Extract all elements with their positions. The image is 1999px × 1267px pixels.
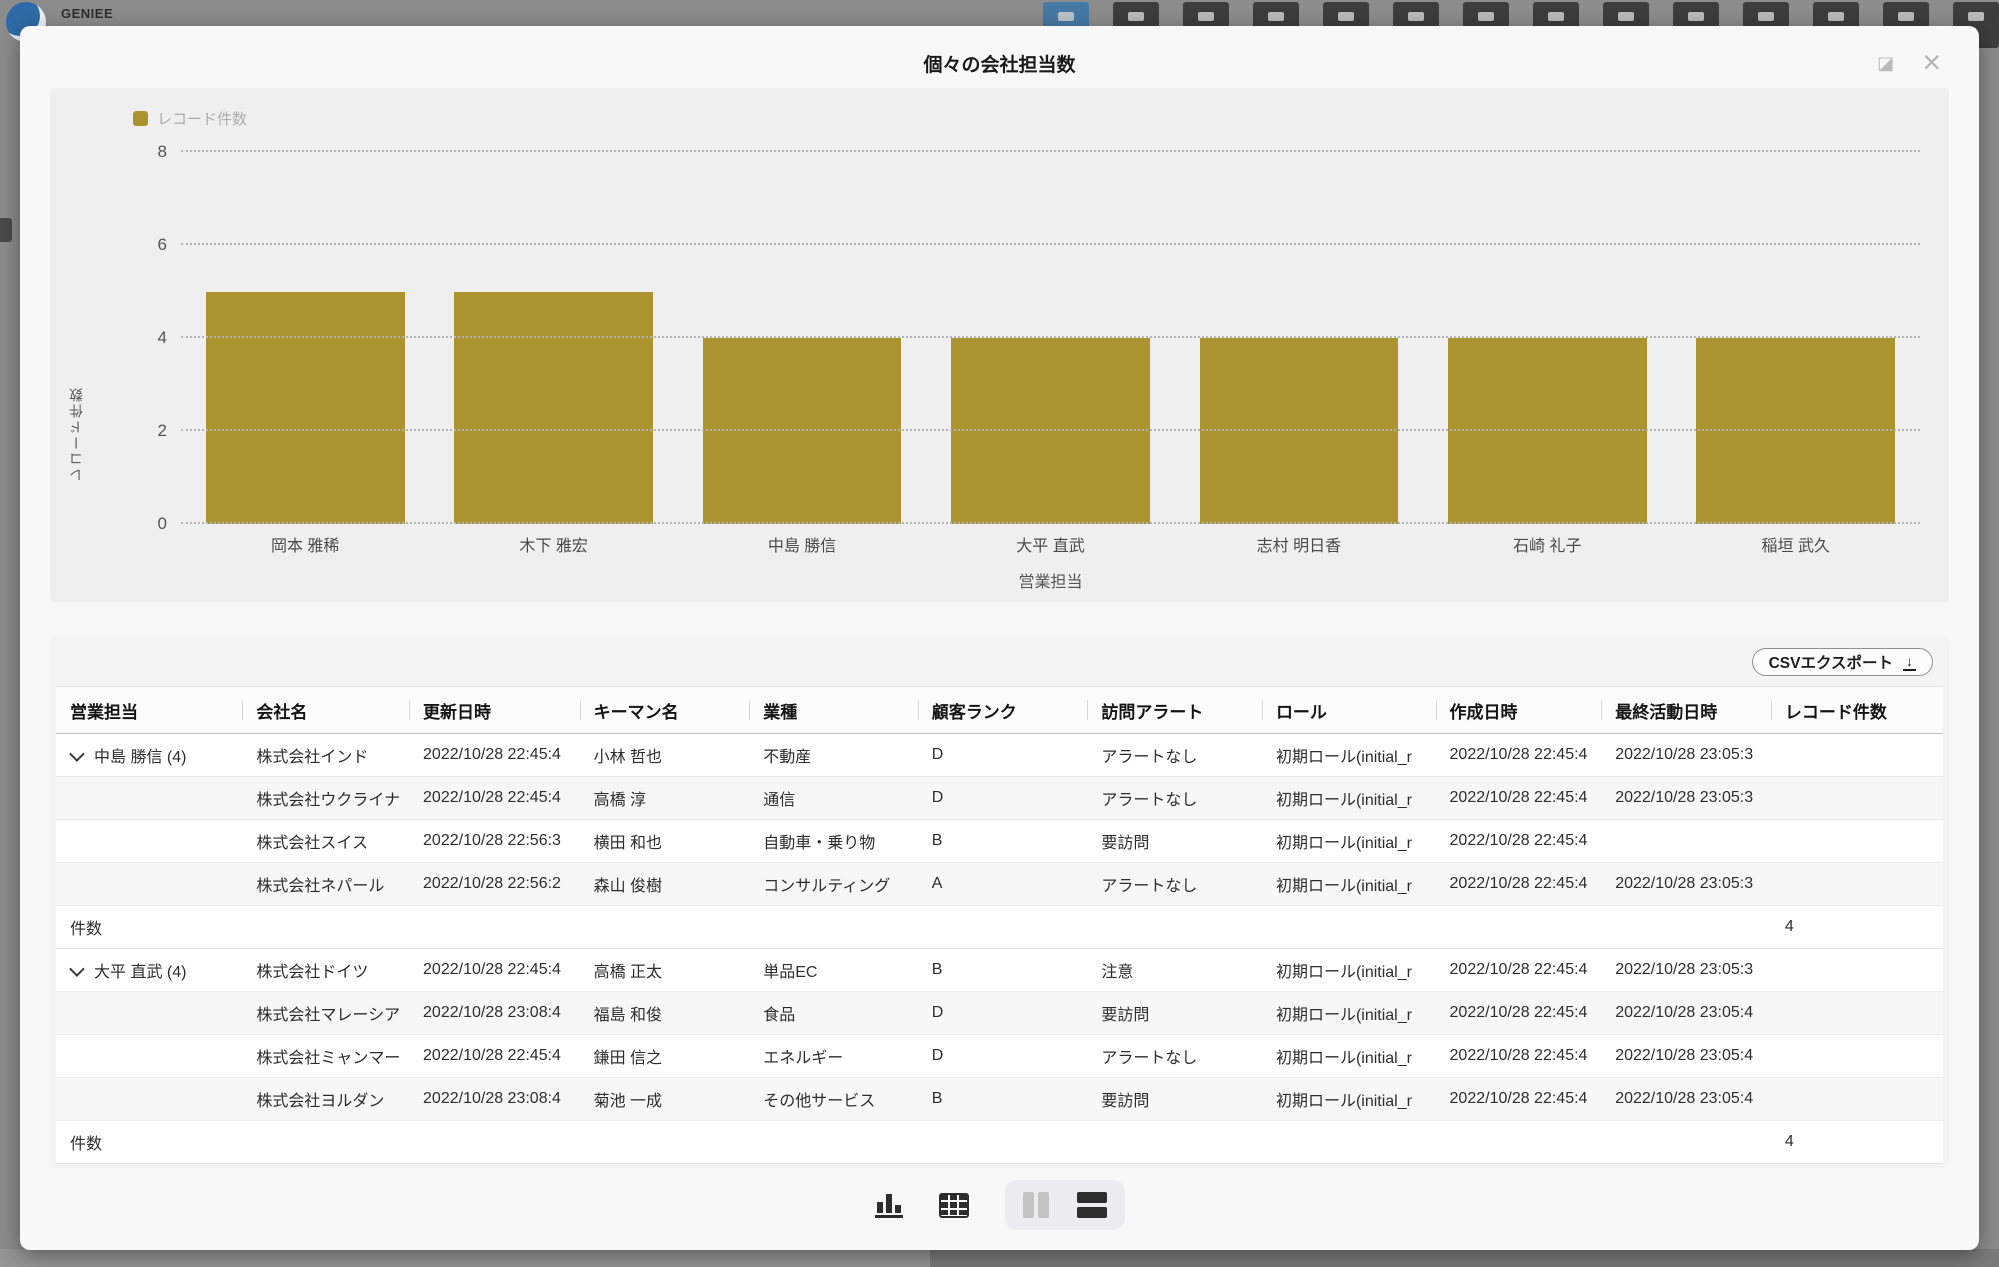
gridline-y8: 8 <box>181 150 1920 152</box>
table-panel: CSVエクスポート ↓ 営業担当会社名更新日時キーマン名業種顧客ランク訪問アラー… <box>50 636 1949 1168</box>
x-axis-title: 営業担当 <box>181 568 1920 592</box>
export-row: CSVエクスポート ↓ <box>54 648 1945 676</box>
column-header[interactable]: 顧客ランク <box>918 687 1088 734</box>
screen: GENIEE 個々の会社担当数 ◪ × レコード件数 レコード件数 0 2 4 6 8 … <box>0 0 1999 1267</box>
column-header[interactable]: ロール <box>1262 687 1436 734</box>
chevron-down-icon[interactable] <box>69 961 85 977</box>
x-tick-label: 石崎 礼子 <box>1423 532 1671 556</box>
column-header[interactable]: 会社名 <box>242 687 409 734</box>
gridline-y0: 0 <box>181 522 1920 524</box>
close-icon[interactable]: × <box>1922 50 1941 76</box>
table-row[interactable]: 株式会社マレーシア2022/10/28 23:08:4福島 和俊食品D要訪問初期… <box>56 992 1943 1035</box>
records-table: 営業担当会社名更新日時キーマン名業種顧客ランク訪問アラートロール作成日時最終活動… <box>56 686 1943 1164</box>
chevron-down-icon[interactable] <box>69 746 85 762</box>
table-row[interactable]: 中島 勝信 (4)株式会社インド2022/10/28 22:45:4小林 哲也不… <box>56 734 1943 777</box>
table-row[interactable]: 株式会社ヨルダン2022/10/28 23:08:4菊池 一成その他サービスB要… <box>56 1078 1943 1121</box>
background-strip-right <box>930 1249 1999 1267</box>
bar-稲垣 武久[interactable] <box>1696 338 1895 524</box>
layout-segmented-control <box>1005 1180 1125 1230</box>
legend-swatch <box>133 111 148 126</box>
modal-actions: ◪ × <box>1877 50 1941 76</box>
y-tick-label: 6 <box>158 235 167 255</box>
bar-slot <box>678 152 926 524</box>
chart-legend: レコード件数 <box>133 108 247 129</box>
column-header[interactable]: 訪問アラート <box>1087 687 1262 734</box>
brand-text: GENIEE <box>61 6 113 21</box>
group-label: 中島 勝信 (4) <box>94 743 186 767</box>
group-label: 大平 直武 (4) <box>94 958 186 982</box>
gridline-y6: 6 <box>181 243 1920 245</box>
x-tick-label: 稲垣 武久 <box>1672 532 1920 556</box>
table-row[interactable]: 株式会社ネパール2022/10/28 22:56:2森山 俊樹コンサルティングA… <box>56 863 1943 906</box>
x-tick-label: 大平 直武 <box>926 532 1174 556</box>
bar-中島 勝信[interactable] <box>703 338 902 524</box>
bar-chart-view-icon[interactable] <box>875 1192 903 1218</box>
background-strip-left <box>0 1249 930 1267</box>
gridline-y4: 4 <box>181 336 1920 338</box>
bar-岡本 雅稀[interactable] <box>206 292 405 525</box>
column-header[interactable]: 作成日時 <box>1436 687 1602 734</box>
column-header[interactable]: 最終活動日時 <box>1601 687 1771 734</box>
group-summary-row: 件数4 <box>56 906 1943 949</box>
column-header[interactable]: 更新日時 <box>409 687 580 734</box>
download-icon: ↓ <box>1903 654 1916 671</box>
bar-slot <box>181 152 429 524</box>
report-modal: 個々の会社担当数 ◪ × レコード件数 レコード件数 0 2 4 6 8 岡本 雅稀木下… <box>20 26 1979 1250</box>
bars-container <box>181 152 1920 524</box>
bar-slot <box>926 152 1174 524</box>
bar-slot <box>1175 152 1423 524</box>
column-header[interactable]: キーマン名 <box>580 687 750 734</box>
csv-export-label: CSVエクスポート <box>1769 651 1893 673</box>
x-axis-labels: 岡本 雅稀木下 雅宏中島 勝信大平 直武志村 明日香石崎 礼子稲垣 武久 <box>181 532 1920 556</box>
group-summary-row: 件数4 <box>56 1121 1943 1164</box>
csv-export-button[interactable]: CSVエクスポート ↓ <box>1752 648 1933 676</box>
table-row[interactable]: 大平 直武 (4)株式会社ドイツ2022/10/28 22:45:4高橋 正太単… <box>56 949 1943 992</box>
legend-label: レコード件数 <box>157 108 247 129</box>
gridline-y2: 2 <box>181 429 1920 431</box>
bar-slot <box>1672 152 1920 524</box>
table-row[interactable]: 株式会社ミャンマー2022/10/28 22:45:4鎌田 信之エネルギーDアラ… <box>56 1035 1943 1078</box>
sidebar-peek-icon <box>0 218 12 242</box>
page-background-bottom <box>0 1249 1999 1267</box>
table-row[interactable]: 株式会社スイス2022/10/28 22:56:3横田 和也自動車・乗り物B要訪… <box>56 820 1943 863</box>
collapse-icon[interactable]: ◪ <box>1877 54 1894 72</box>
table-view-icon[interactable] <box>939 1193 969 1218</box>
vertical-split-icon[interactable] <box>1023 1192 1049 1218</box>
column-header[interactable]: レコード件数 <box>1771 687 1943 734</box>
modal-title: 個々の会社担当数 <box>20 50 1979 77</box>
x-tick-label: 志村 明日香 <box>1175 532 1423 556</box>
column-header[interactable]: 業種 <box>749 687 918 734</box>
x-tick-label: 木下 雅宏 <box>429 532 677 556</box>
table-row[interactable]: 株式会社ウクライナ2022/10/28 22:45:4高橋 淳通信Dアラートなし… <box>56 777 1943 820</box>
table-header-row: 営業担当会社名更新日時キーマン名業種顧客ランク訪問アラートロール作成日時最終活動… <box>56 687 1943 734</box>
bar-slot <box>1423 152 1671 524</box>
bar-志村 明日香[interactable] <box>1200 338 1399 524</box>
y-tick-label: 4 <box>158 328 167 348</box>
bar-slot <box>429 152 677 524</box>
x-tick-label: 岡本 雅稀 <box>181 532 429 556</box>
horizontal-split-icon[interactable] <box>1077 1192 1107 1218</box>
view-toolbar <box>20 1180 1979 1230</box>
x-tick-label: 中島 勝信 <box>678 532 926 556</box>
bar-木下 雅宏[interactable] <box>454 292 653 525</box>
chart-panel: レコード件数 レコード件数 0 2 4 6 8 岡本 雅稀木下 雅宏中島 勝信大平 直武… <box>50 88 1949 602</box>
bar-石崎 礼子[interactable] <box>1448 338 1647 524</box>
y-tick-label: 2 <box>158 421 167 441</box>
y-tick-label: 0 <box>158 514 167 534</box>
column-header[interactable]: 営業担当 <box>56 687 242 734</box>
bar-大平 直武[interactable] <box>951 338 1150 524</box>
bar-plot: 0 2 4 6 8 <box>181 152 1920 524</box>
y-tick-label: 8 <box>158 142 167 162</box>
y-axis-title: レコード件数 <box>66 386 86 482</box>
